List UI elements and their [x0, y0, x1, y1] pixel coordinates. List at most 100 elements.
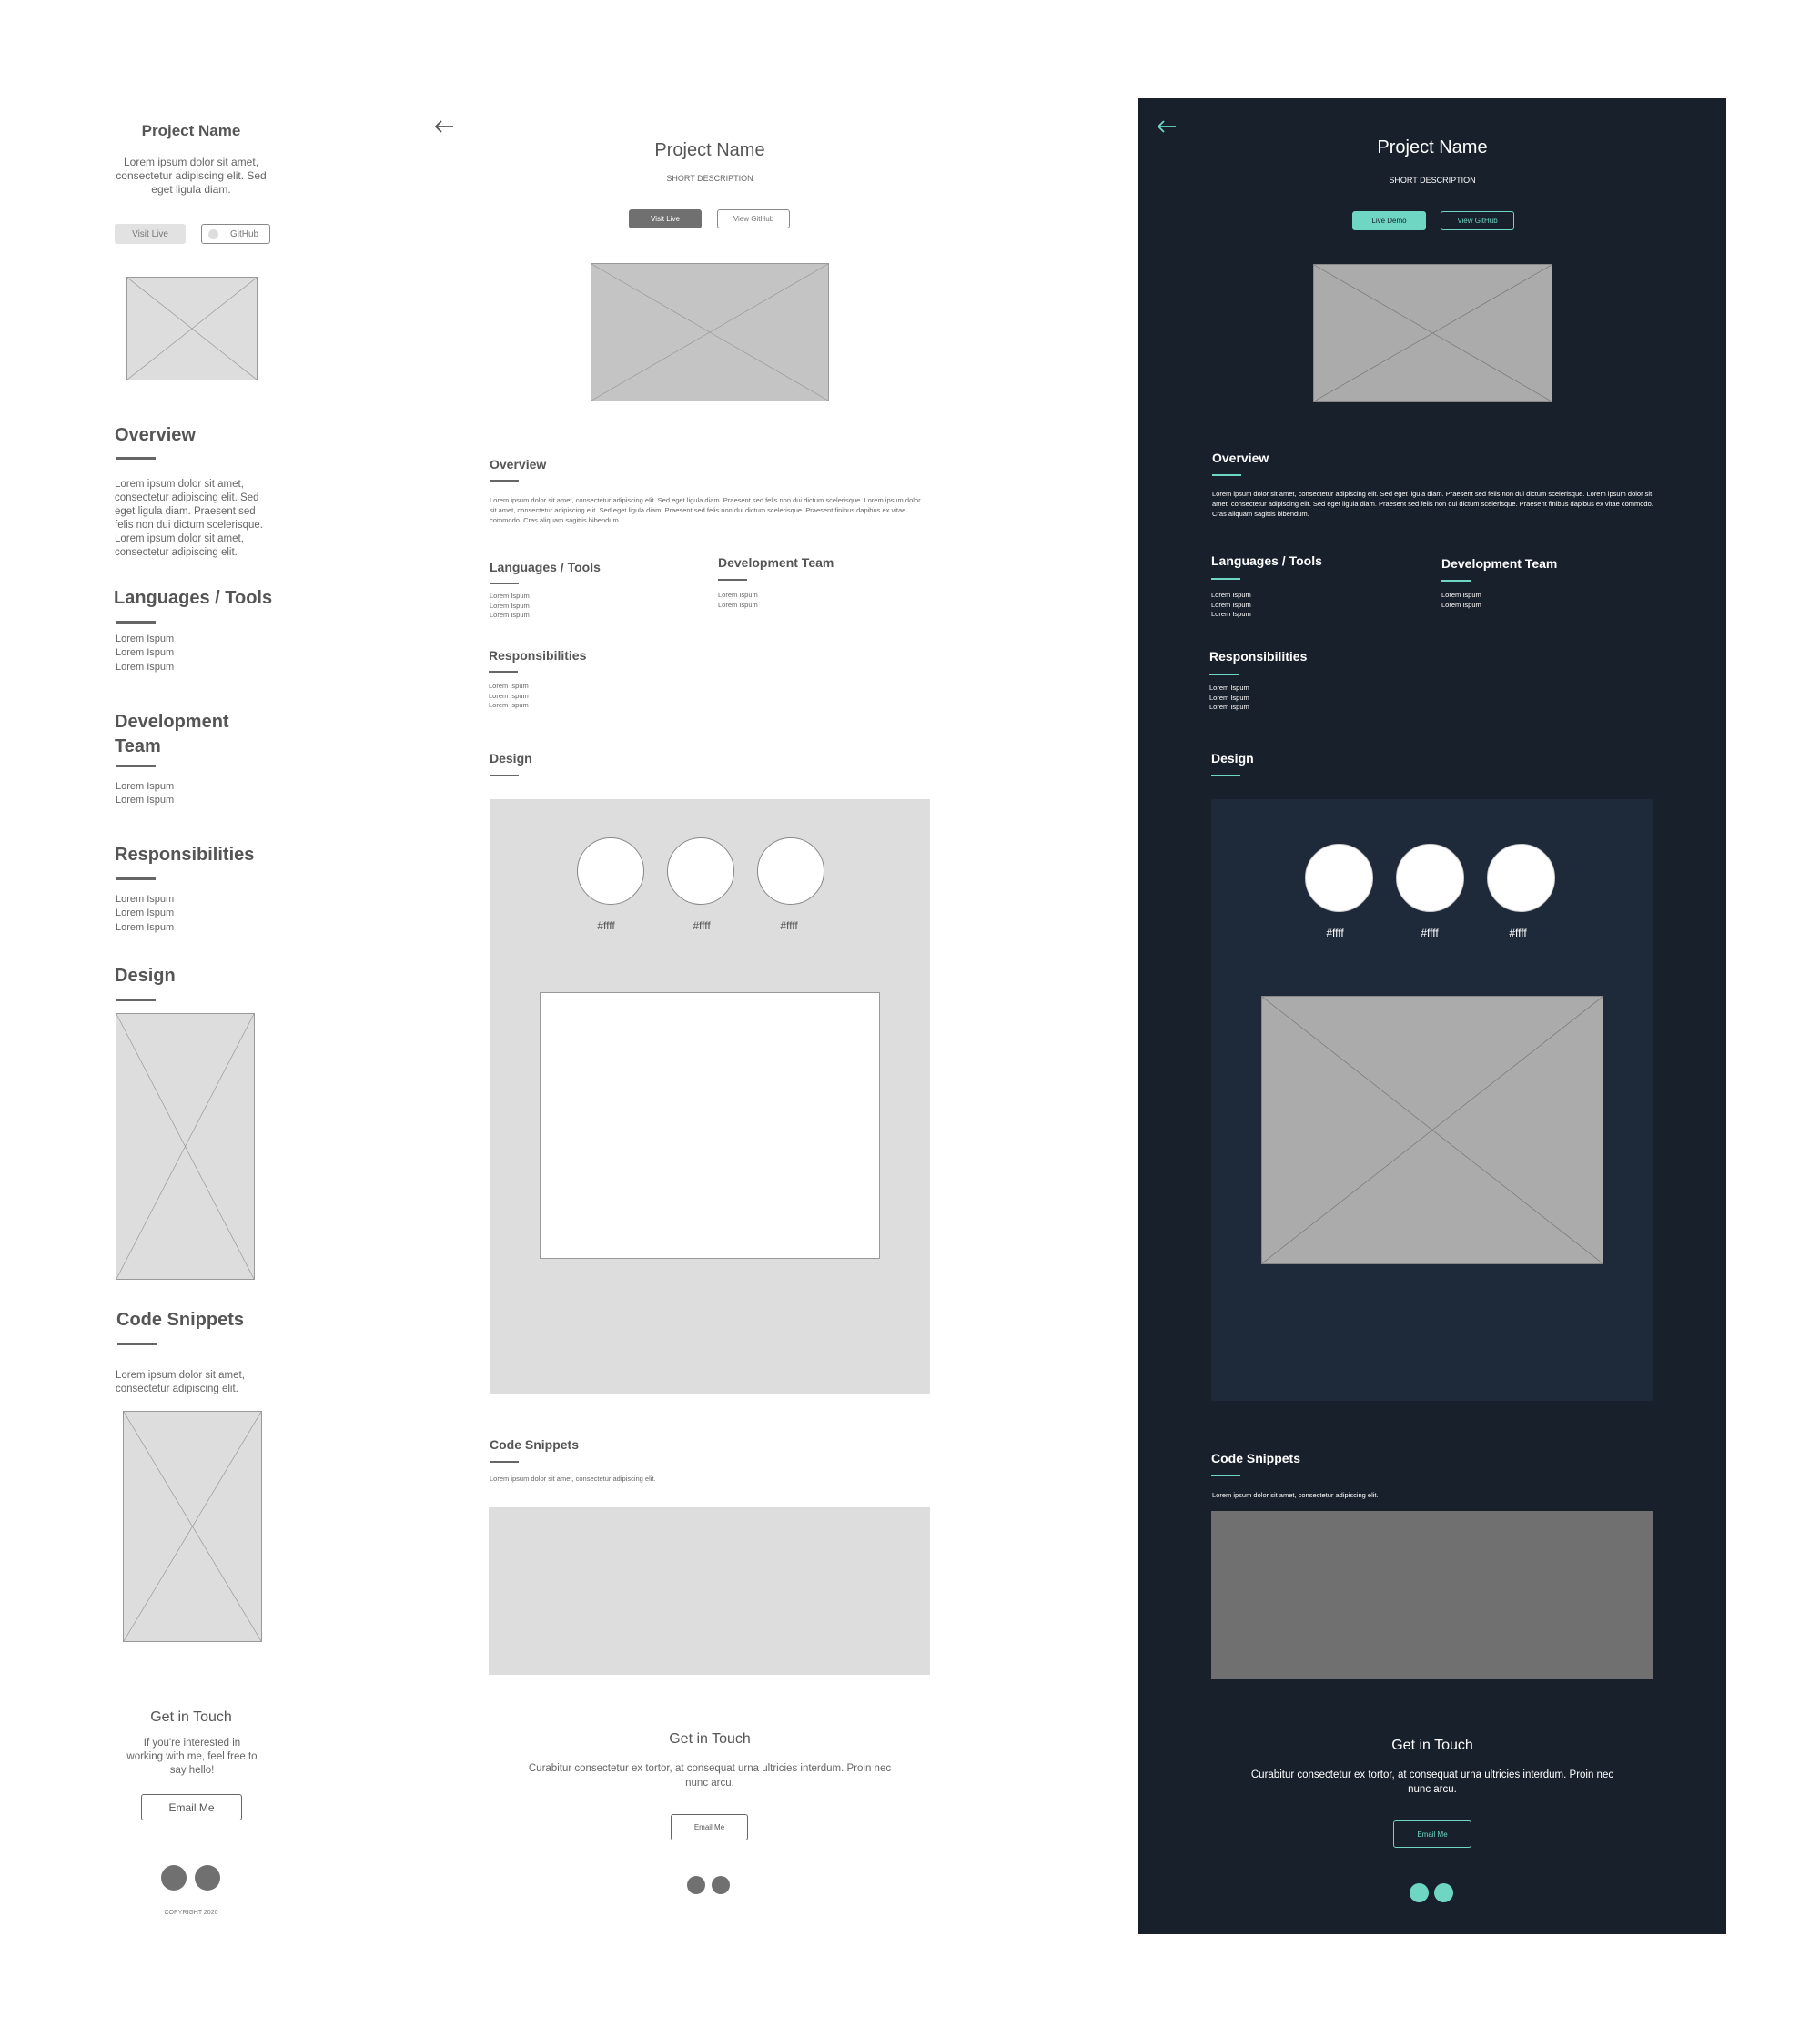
desktop-code-heading: Code Snippets	[490, 1437, 580, 1452]
desktop-languages-underline	[490, 583, 519, 584]
list-item: Lorem Ispum	[116, 908, 175, 919]
list-item: Lorem Ispum	[490, 601, 530, 610]
image-placeholder-icon	[1314, 265, 1552, 401]
social-circle-icon[interactable]	[195, 1865, 220, 1891]
list-item: Lorem Ispum	[1209, 684, 1249, 692]
list-item: Lorem Ispum	[1441, 591, 1481, 599]
desktop-visit-live-button[interactable]: Visit Live	[629, 209, 702, 228]
social-circle-icon[interactable]	[1434, 1883, 1453, 1902]
desktop-view-github-label: View GitHub	[733, 215, 774, 223]
dark-live-demo-button[interactable]: Live Demo	[1352, 211, 1426, 230]
mobile-devteam-heading: Development Team	[115, 712, 229, 756]
desktop-contact-heading: Get in Touch	[669, 1731, 751, 1747]
list-item: Lorem Ispum	[490, 592, 530, 600]
dark-overview-underline	[1212, 474, 1241, 476]
dark-live-demo-label: Live Demo	[1371, 217, 1407, 225]
color-swatch-label: #ffff	[780, 919, 798, 932]
list-item: Lorem Ispum	[1209, 703, 1249, 711]
mobile-languages-heading: Languages / Tools	[114, 588, 273, 608]
mobile-hero-image-placeholder	[126, 277, 258, 380]
list-item: Lorem Ispum	[116, 894, 175, 905]
mobile-project-title: Project Name	[141, 122, 241, 139]
desktop-code-text: Lorem ipsum dolor sit amet, consectetur …	[490, 1475, 656, 1483]
list-item: Lorem Ispum	[116, 781, 175, 792]
desktop-languages-list: Lorem Ispum Lorem Ispum Lorem Ispum	[490, 592, 530, 621]
color-swatch	[1487, 844, 1555, 912]
color-swatch	[757, 837, 824, 905]
image-placeholder-icon	[1262, 997, 1603, 1263]
desktop-design-screen-placeholder	[540, 992, 880, 1259]
list-item: Lorem Ispum	[1211, 610, 1251, 618]
mobile-visit-live-label: Visit Live	[132, 228, 168, 239]
dark-code-snippet-placeholder	[1211, 1511, 1653, 1679]
desktop-responsibilities-heading: Responsibilities	[489, 648, 587, 663]
color-swatch-label: #ffff	[597, 919, 615, 932]
desktop-email-button[interactable]: Email Me	[671, 1814, 748, 1840]
mobile-languages-list: Lorem Ispum Lorem Ispum Lorem Ispum	[116, 633, 174, 674]
dark-code-heading: Code Snippets	[1211, 1451, 1301, 1465]
mobile-devteam-list: Lorem Ispum Lorem Ispum	[116, 780, 174, 808]
dark-languages-heading: Languages / Tools	[1211, 553, 1322, 568]
color-swatch	[577, 837, 644, 905]
desktop-view-github-button[interactable]: View GitHub	[717, 209, 790, 228]
dark-view-github-label: View GitHub	[1457, 217, 1498, 225]
mobile-design-image-placeholder	[116, 1013, 255, 1280]
mobile-code-heading: Code Snippets	[116, 1310, 245, 1330]
list-item: Lorem Ispum	[1211, 591, 1251, 599]
mobile-overview-heading: Overview	[115, 425, 196, 445]
mobile-overview-underline	[116, 457, 156, 460]
desktop-responsibilities-list: Lorem Ispum Lorem Ispum Lorem Ispum	[489, 682, 529, 711]
desktop-responsibilities-underline	[489, 671, 518, 673]
desktop-languages-heading: Languages / Tools	[490, 560, 601, 574]
desktop-contact-text: Curabitur consectetur ex tortor, at cons…	[528, 1763, 892, 1789]
mobile-contact-heading: Get in Touch	[150, 1709, 232, 1725]
mobile-overview-text: Lorem ipsum dolor sit amet, consectetur …	[115, 479, 263, 558]
mobile-code-underline	[117, 1343, 157, 1345]
list-item: Lorem Ispum	[116, 661, 175, 673]
social-circle-icon[interactable]	[687, 1876, 705, 1894]
dark-view-github-button[interactable]: View GitHub	[1441, 211, 1514, 230]
desktop-overview-heading: Overview	[490, 457, 547, 472]
list-item: Lorem Ispum	[718, 591, 758, 599]
desktop-overview-underline	[490, 480, 519, 482]
dark-responsibilities-list: Lorem Ispum Lorem Ispum Lorem Ispum	[1209, 684, 1249, 713]
desktop-project-title: Project Name	[654, 140, 765, 160]
mobile-code-image-placeholder	[123, 1411, 262, 1642]
color-swatch	[1305, 844, 1373, 912]
list-item: Lorem Ispum	[116, 921, 175, 933]
social-circle-icon[interactable]	[161, 1865, 187, 1891]
arrow-left-icon[interactable]	[1157, 119, 1177, 134]
dark-responsibilities-heading: Responsibilities	[1209, 649, 1308, 664]
dark-languages-underline	[1211, 578, 1240, 580]
dark-design-heading: Design	[1211, 751, 1254, 766]
dark-responsibilities-underline	[1209, 674, 1239, 675]
image-placeholder-icon	[127, 278, 257, 380]
dark-overview-heading: Overview	[1212, 451, 1269, 465]
social-circle-icon[interactable]	[712, 1876, 730, 1894]
arrow-left-icon[interactable]	[434, 119, 454, 134]
desktop-devteam-list: Lorem Ispum Lorem Ispum	[718, 591, 758, 610]
dark-code-underline	[1211, 1475, 1240, 1476]
dark-short-description: SHORT DESCRIPTION	[1389, 176, 1476, 185]
mobile-visit-live-button[interactable]: Visit Live	[115, 224, 186, 244]
dark-email-button[interactable]: Email Me	[1393, 1820, 1471, 1848]
mobile-languages-underline	[116, 621, 156, 624]
color-swatch-label: #ffff	[1326, 927, 1344, 939]
dark-hero-image-placeholder	[1313, 264, 1552, 402]
dark-languages-list: Lorem Ispum Lorem Ispum Lorem Ispum	[1211, 591, 1251, 620]
mobile-email-button[interactable]: Email Me	[141, 1794, 242, 1820]
list-item: Lorem Ispum	[116, 647, 175, 659]
list-item: Lorem Ispum	[1441, 600, 1481, 609]
color-swatch	[667, 837, 734, 905]
social-circle-icon[interactable]	[1410, 1883, 1429, 1902]
dark-email-label: Email Me	[1417, 1830, 1448, 1839]
mobile-github-button[interactable]: GitHub	[201, 224, 270, 244]
mobile-copyright: COPYRIGHT 2020	[164, 1910, 218, 1916]
image-placeholder-icon	[116, 1014, 254, 1279]
list-item: Lorem Ispum	[1209, 693, 1249, 702]
mobile-project-description: Lorem ipsum dolor sit amet, consectetur …	[116, 156, 267, 196]
dark-code-text: Lorem ipsum dolor sit amet, consectetur …	[1212, 1491, 1379, 1499]
list-item: Lorem Ispum	[718, 600, 758, 609]
mobile-contact-text: If you're interested in working with me,…	[126, 1738, 258, 1776]
desktop-design-underline	[490, 775, 519, 776]
